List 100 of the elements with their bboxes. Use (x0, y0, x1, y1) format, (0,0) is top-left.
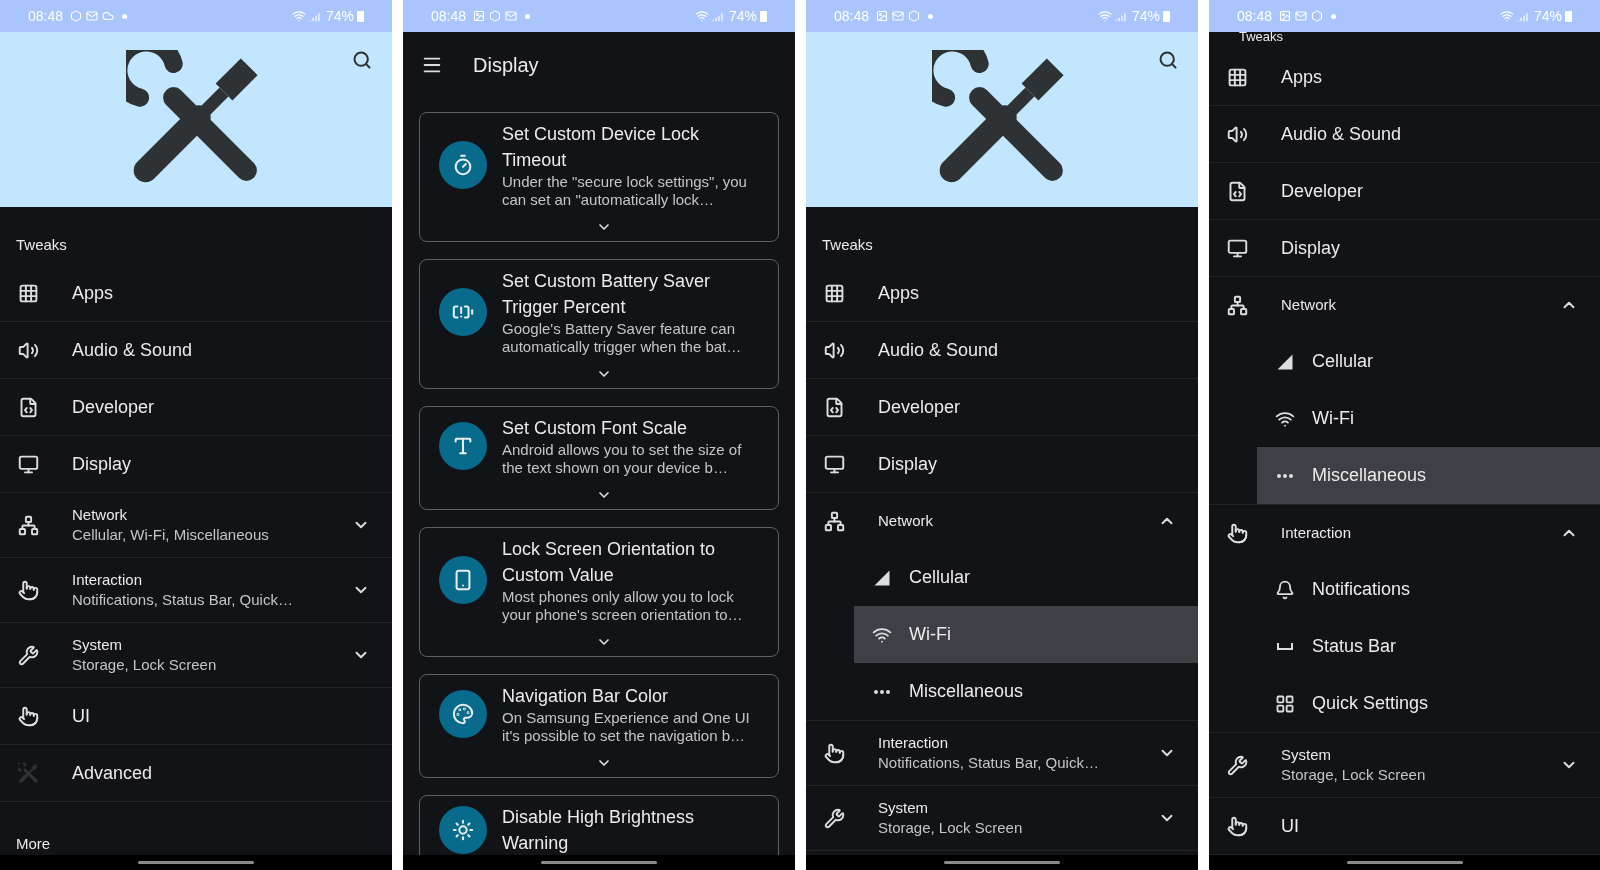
menu-item[interactable]: Developer (0, 379, 392, 435)
menu-label: Interaction (1281, 523, 1353, 543)
battery-icon (1163, 10, 1170, 22)
wifi-icon (1097, 9, 1112, 23)
sub-menu-label: Status Bar (1312, 635, 1397, 658)
sub-menu-item[interactable]: Miscellaneous (854, 663, 1198, 720)
menu-label: Network (1281, 295, 1337, 315)
sub-menu-label: Notifications (1312, 578, 1411, 601)
brightness-icon (452, 819, 474, 841)
monitor-icon (823, 453, 845, 475)
menu-label: System (878, 798, 929, 818)
timer-icon (452, 154, 474, 176)
sub-menu-item[interactable]: Wi-Fi (854, 606, 1198, 663)
mail-icon (505, 10, 518, 22)
menu-item[interactable]: Display (806, 436, 1198, 492)
tweak-card[interactable]: Set Custom Device Lock Timeout Under the "secure lock settings", you can set an "automatically lock… (419, 112, 779, 242)
menu-item[interactable]: Audio & Sound (1209, 106, 1600, 162)
home-handle[interactable] (541, 861, 657, 864)
menu-item[interactable]: Display (1209, 220, 1600, 276)
sub-menu-item[interactable]: Wi-Fi (1257, 390, 1600, 447)
battery-percent: 74% (1131, 6, 1160, 26)
menu-item[interactable]: Developer (1209, 163, 1600, 219)
menu-item[interactable]: Developer (806, 379, 1198, 435)
wrench-icon (823, 807, 845, 829)
hexagon-icon (1311, 10, 1324, 22)
menu-item[interactable]: Audio & Sound (0, 322, 392, 378)
tweak-card[interactable]: Lock Screen Orientation to Custom Value Most phones only allow you to lock your phone's screen orientation to… (419, 527, 779, 657)
menu-item[interactable]: Display (0, 436, 392, 492)
battery-icon (760, 10, 767, 22)
menu-group[interactable]: System Storage, Lock Screen (0, 623, 392, 687)
sub-menu-label: Wi-Fi (909, 623, 951, 646)
menu-label: Developer (1281, 181, 1365, 201)
menu-item[interactable]: UI (1209, 798, 1600, 854)
sub-menu-item[interactable]: Status Bar (1257, 618, 1600, 675)
pointer-hand-icon (17, 705, 39, 727)
menu-group[interactable]: Network (806, 493, 1198, 549)
image-icon (473, 10, 486, 22)
tweak-card[interactable]: Navigation Bar Color On Samsung Experience and One UI it's possible to set the navigation b… (419, 674, 779, 778)
menu-group[interactable]: System Storage, Lock Screen (806, 786, 1198, 850)
palette-icon (452, 703, 474, 725)
menu-item[interactable]: Advanced (0, 745, 392, 801)
menu-subtitle: Notifications, Status Bar, Quick… (72, 590, 294, 610)
battery-percent: 74% (325, 6, 354, 26)
sub-menu-label: Quick Settings (1312, 692, 1429, 715)
grid-icon (1226, 66, 1248, 88)
wrench-icon (17, 644, 39, 666)
image-icon (876, 10, 889, 22)
search-icon[interactable] (1158, 50, 1178, 70)
menu-label: Apps (1281, 67, 1324, 87)
menu-item[interactable]: Apps (1209, 49, 1600, 105)
search-icon[interactable] (352, 50, 372, 70)
tweak-card[interactable]: Set Custom Battery Saver Trigger Percent Google's Battery Saver feature can automatically trigger when the bat… (419, 259, 779, 389)
menu-label: UI (72, 706, 91, 726)
image-icon (1279, 10, 1292, 22)
menu-item[interactable]: Apps (806, 265, 1198, 321)
card-title: Set Custom Font Scale (502, 417, 689, 440)
card-title: Disable High Brightness Warning (502, 806, 696, 855)
menu-group[interactable]: Network Cellular, Wi-Fi, Miscellaneous (0, 493, 392, 557)
home-handle[interactable] (138, 861, 254, 864)
sub-menu-item[interactable]: Miscellaneous (1257, 447, 1600, 504)
menu-group[interactable]: Network (1209, 277, 1600, 333)
wifi-icon (1499, 9, 1514, 23)
menu-item[interactable]: Audio & Sound (806, 322, 1198, 378)
card-description: Most phones only allow you to lock your phone's screen orientation to… (502, 588, 744, 624)
wrench-icon (1226, 754, 1248, 776)
pointer-hand-icon (823, 742, 845, 764)
section-label: Tweaks (16, 236, 67, 253)
mail-icon (1295, 10, 1308, 22)
menu-group[interactable]: Interaction Notifications, Status Bar, Quick… (806, 721, 1198, 785)
sub-menu-item[interactable]: Notifications (1257, 561, 1600, 618)
menu-subtitle: Storage, Lock Screen (878, 818, 1024, 838)
tweak-card[interactable]: Set Custom Font Scale Android allows you to set the size of the text shown on your device b… (419, 406, 779, 510)
menu-label: Display (878, 454, 939, 474)
tiles-icon (1274, 693, 1295, 714)
menu-group[interactable]: System Storage, Lock Screen (1209, 733, 1600, 797)
menu-item[interactable]: Apps (0, 265, 392, 321)
menu-item[interactable]: UI (0, 688, 392, 744)
monitor-icon (1226, 237, 1248, 259)
battery-percent: 74% (728, 6, 757, 26)
sub-menu-item[interactable]: Cellular (854, 549, 1198, 606)
screen-title: Display (473, 53, 539, 78)
battery-percent: 74% (1533, 6, 1562, 26)
hexagon-icon (70, 10, 83, 22)
menu-group[interactable]: Interaction (1209, 505, 1600, 561)
cloud-icon (102, 10, 115, 22)
mail-icon (86, 10, 99, 22)
section-label: More (16, 835, 51, 852)
home-handle[interactable] (1346, 861, 1463, 864)
home-handle[interactable] (944, 861, 1060, 864)
menu-subtitle: Cellular, Wi-Fi, Miscellaneous (72, 525, 270, 545)
more-icon (873, 689, 890, 694)
pointer-hand-icon (17, 579, 39, 601)
menu-group[interactable]: Interaction Notifications, Status Bar, Quick… (0, 558, 392, 622)
menu-subtitle: Storage, Lock Screen (72, 655, 218, 675)
battery-icon (1565, 10, 1572, 22)
space-bar-icon (1276, 643, 1293, 650)
menu-label: Developer (72, 397, 156, 417)
network-icon (17, 514, 39, 536)
sub-menu-item[interactable]: Quick Settings (1257, 675, 1600, 732)
sub-menu-item[interactable]: Cellular (1257, 333, 1600, 390)
